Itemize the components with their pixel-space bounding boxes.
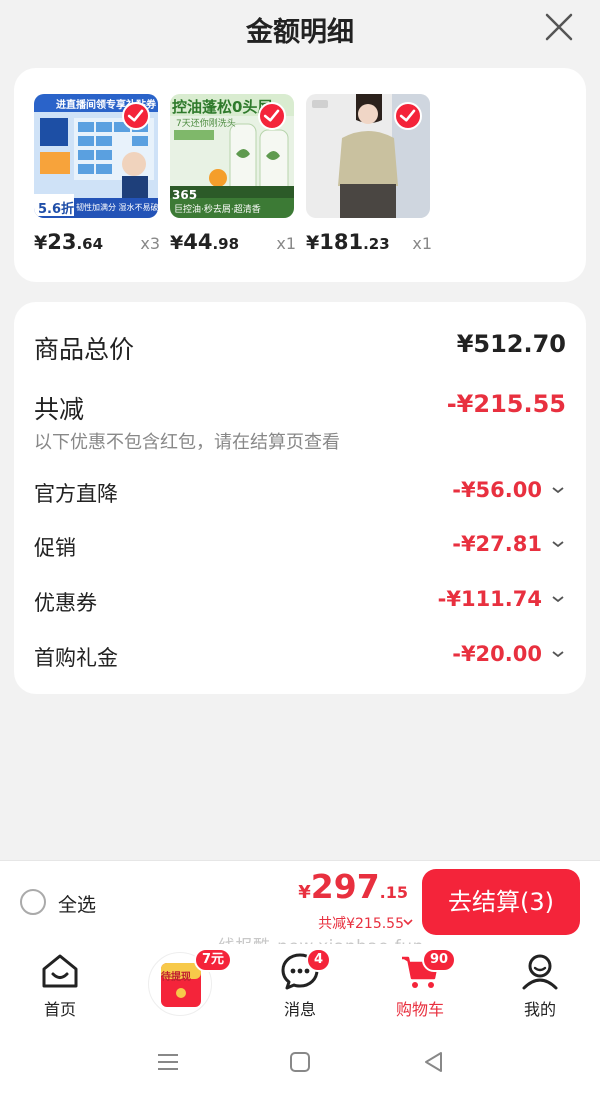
product-quantity: x3: [140, 234, 160, 253]
checkout-saved[interactable]: 共减¥215.55: [318, 913, 404, 933]
home-square-icon[interactable]: [288, 1050, 312, 1074]
tab-me[interactable]: 我的: [480, 950, 600, 1030]
cart-badge: 90: [422, 948, 457, 972]
select-all-label[interactable]: 全选: [58, 890, 96, 917]
bottom-tab-bar: 首页 待提现 7元 消息 4 购物车 90 我的: [0, 944, 600, 1032]
promo-label: 待提现: [161, 972, 191, 983]
discount-note: 以下优惠不包含红包，请在结算页查看: [34, 432, 340, 453]
total-price-value: ¥512.70: [456, 330, 566, 358]
product-price: ¥44.98: [170, 230, 240, 254]
tab-label: 首页: [43, 1000, 76, 1019]
chevron-down-icon[interactable]: [550, 591, 566, 607]
chevron-down-icon[interactable]: [550, 646, 566, 662]
product-quantity: x1: [412, 234, 432, 253]
tab-cart[interactable]: 购物车: [360, 950, 480, 1030]
product-image-caption: 韧性加满分 湿水不易破: [76, 203, 158, 212]
tab-label: 消息: [283, 1000, 316, 1019]
discount-tag: 5.6折: [38, 202, 75, 217]
product-image-caption: 巨控油·秒去屑·超清香: [174, 205, 261, 215]
discount-value: -¥20.00: [452, 642, 542, 666]
chevron-down-icon[interactable]: [550, 482, 566, 498]
user-icon: [522, 954, 558, 990]
header: 金额明细: [0, 0, 600, 58]
discount-label: 首购礼金: [34, 646, 118, 670]
product-price: ¥23.64: [34, 230, 104, 254]
tab-home[interactable]: 首页: [0, 950, 120, 1030]
product-image[interactable]: [306, 94, 430, 218]
discount-value: -¥27.81: [452, 532, 542, 556]
promo-badge: 7元: [194, 948, 233, 972]
tab-label: 购物车: [395, 1000, 444, 1019]
price-detail-card: 商品总价 ¥512.70 共减 -¥215.55 以下优惠不包含红包，请在结算页…: [14, 302, 586, 694]
discount-value: -¥111.74: [437, 587, 542, 611]
home-icon: [42, 954, 78, 988]
chevron-down-icon[interactable]: [402, 916, 414, 928]
checked-icon[interactable]: [394, 102, 422, 130]
checked-icon[interactable]: [122, 102, 150, 130]
tab-messages[interactable]: 消息: [240, 950, 360, 1030]
system-nav-bar: [0, 1032, 600, 1100]
discount-label: 促销: [34, 536, 76, 560]
checkout-total: ¥297.15: [298, 867, 408, 906]
select-all-radio[interactable]: [20, 889, 46, 915]
menu-icon[interactable]: [156, 1050, 180, 1074]
product-image[interactable]: 控油蓬松0头屑 7天还你刚洗头 365 巨控油·秒去屑·超清香: [170, 94, 294, 218]
back-icon[interactable]: [422, 1050, 446, 1074]
product-list-card: 进直播间领专享补贴券 5.6折 韧性加满分 湿水不易破 ¥23.64 x3 控油…: [14, 68, 586, 282]
discount-label: 优惠券: [34, 591, 97, 615]
checked-icon[interactable]: [258, 102, 286, 130]
discount-label: 官方直降: [34, 482, 118, 506]
checkout-button[interactable]: 去结算(3): [422, 869, 580, 935]
chevron-down-icon[interactable]: [550, 536, 566, 552]
total-price-label: 商品总价: [34, 335, 135, 364]
product-quantity: x1: [276, 234, 296, 253]
product-image-tag: 365: [172, 188, 198, 202]
product-price: ¥181.23: [306, 230, 390, 254]
product-image[interactable]: 进直播间领专享补贴券 5.6折 韧性加满分 湿水不易破: [34, 94, 158, 218]
tab-label: 我的: [523, 1000, 556, 1019]
total-reduction-value: -¥215.55: [446, 390, 566, 418]
close-icon[interactable]: [544, 12, 574, 42]
total-reduction-label: 共减: [34, 395, 85, 424]
product-image-subtitle: 7天还你刚洗头: [176, 119, 236, 129]
messages-badge: 4: [306, 948, 332, 972]
page-title: 金额明细: [246, 17, 354, 48]
discount-value: -¥56.00: [452, 478, 542, 502]
